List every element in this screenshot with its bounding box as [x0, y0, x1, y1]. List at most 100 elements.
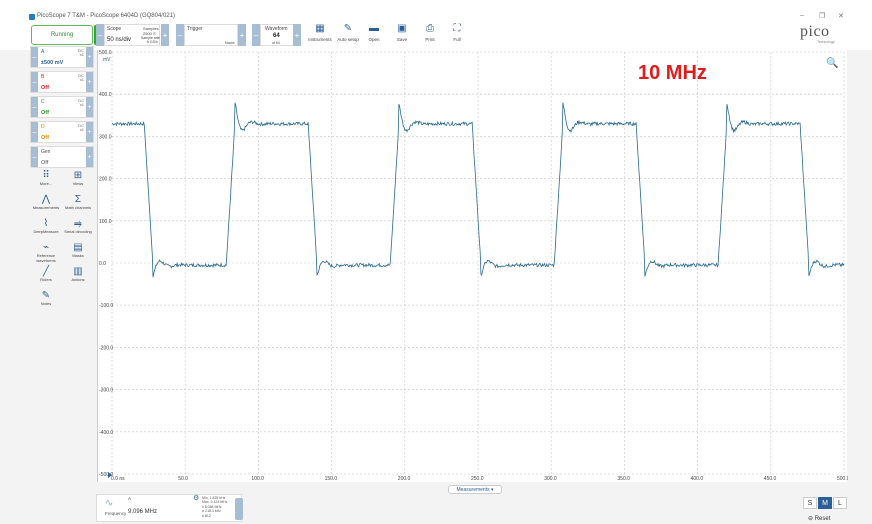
- x-tick-label: 400.0: [691, 476, 704, 482]
- y-tick-label: 400.0: [99, 92, 112, 98]
- channel-c-range-increase[interactable]: +: [86, 97, 93, 117]
- folder-icon: ▬: [369, 23, 379, 34]
- channel-d-range-decrease[interactable]: –: [31, 122, 38, 142]
- measurements-label: Measurements: [32, 205, 60, 210]
- serial-decoding-label: Serial decoding: [64, 229, 92, 234]
- printer-icon: ⎙: [426, 23, 434, 34]
- save-button[interactable]: ▣ Save: [390, 23, 414, 43]
- channel-b-name: B: [41, 74, 45, 80]
- scope-view[interactable]: 500.0 400.0 300.0 200.0 100.0 0.0 -100.0 -200.0…: [97, 50, 848, 482]
- y-tick-label: 100.0: [99, 219, 112, 225]
- pico-logo: pico: [800, 23, 830, 40]
- y-unit-label: mV: [103, 57, 111, 63]
- channel-d-range-increase[interactable]: +: [86, 122, 93, 142]
- waveform-prev-button[interactable]: –: [252, 24, 260, 46]
- x-tick-label: 500.0: [837, 476, 848, 482]
- channel-d-name: D: [41, 124, 45, 130]
- channel-b-range-decrease[interactable]: –: [31, 72, 38, 92]
- auto-setup-button[interactable]: ✎ Auto setup: [336, 24, 360, 43]
- save-icon: ▣: [397, 23, 407, 34]
- save-label: Save: [396, 37, 408, 42]
- measurements-button[interactable]: ⋀ Measurements: [30, 194, 62, 211]
- size-m-button[interactable]: M: [818, 497, 832, 509]
- channel-a-range: ±500 mV: [41, 60, 64, 66]
- channel-b-range: Off: [41, 85, 49, 91]
- size-s-button[interactable]: S: [803, 497, 817, 509]
- trigger-mode: None: [225, 40, 235, 45]
- channel-d-coupling: DC x1: [78, 123, 84, 132]
- reset-button[interactable]: ⊖ Reset: [808, 515, 830, 522]
- full-label: Full: [453, 37, 461, 42]
- open-button[interactable]: ▬ Open: [362, 23, 386, 43]
- reference-waveforms-button[interactable]: ⌁ Reference waveforms: [30, 242, 62, 263]
- waveform-next-button[interactable]: +: [293, 24, 301, 46]
- y-tick-label: -400.0: [99, 430, 113, 436]
- channel-a-card[interactable]: – A DC x1 ±500 mV +: [30, 46, 94, 68]
- channel-a-coupling: DC x1: [78, 48, 84, 57]
- delete-measurement-button[interactable]: [235, 498, 243, 520]
- waveform-title: Waveform: [265, 26, 288, 32]
- channel-b-card[interactable]: – B DC x1 Off +: [30, 71, 94, 93]
- rulers-button[interactable]: ╱ Rulers: [30, 266, 62, 283]
- channel-b-coupling: DC x1: [78, 73, 84, 82]
- instruments-icon: ▦: [315, 23, 325, 34]
- timebase-increase-button[interactable]: +: [161, 24, 169, 46]
- serial-decoding-button[interactable]: ⥤ Serial decoding: [62, 218, 94, 235]
- gear-icon[interactable]: ⚙: [193, 494, 199, 502]
- waveform-count: of 64: [272, 41, 280, 45]
- rulers-label: Rulers: [40, 277, 52, 282]
- full-screen-button[interactable]: ⛶ Full: [445, 24, 469, 43]
- measurements-tab[interactable]: Measurements ▾: [448, 485, 502, 494]
- math-channels-label: Math channels: [64, 205, 91, 210]
- measurement-statistics: Min. 1.825 kHz Max. 9.124 MHz x̄ 8.068 M…: [202, 496, 227, 518]
- run-stop-button[interactable]: Running: [31, 25, 93, 45]
- y-tick-label: 500.0: [99, 50, 112, 56]
- y-tick-label: 300.0: [99, 134, 112, 140]
- trigger-prev-button[interactable]: –: [176, 24, 184, 46]
- x-tick-label: 50.0: [178, 476, 188, 482]
- open-label: Open: [368, 37, 380, 42]
- scope-graph[interactable]: 500.0 400.0 300.0 200.0 100.0 0.0 -100.0 -200.0…: [98, 50, 848, 482]
- x-tick-label: 0.0 ns: [111, 476, 125, 482]
- channel-c-range-decrease[interactable]: –: [31, 97, 38, 117]
- actions-button[interactable]: ▥ Actions: [62, 266, 94, 283]
- more-button[interactable]: ⠿ More...: [30, 170, 62, 187]
- instruments-button[interactable]: ▦ Instruments: [308, 23, 332, 43]
- views-button[interactable]: ⊞ Views: [62, 170, 94, 187]
- waveform-buffer[interactable]: Waveform 64 of 64: [260, 24, 294, 46]
- x-tick-label: 150.0: [325, 476, 338, 482]
- channel-a-range-decrease[interactable]: –: [31, 47, 38, 67]
- masks-button[interactable]: ▤ Masks: [62, 242, 94, 259]
- print-button[interactable]: ⎙ Print: [418, 23, 442, 43]
- reference-label: Reference waveforms: [36, 253, 56, 263]
- channel-c-card[interactable]: – C DC x1 Off +: [30, 96, 94, 118]
- trigger-settings[interactable]: Trigger None: [184, 24, 238, 46]
- channel-a-range-increase[interactable]: +: [86, 47, 93, 67]
- restore-button[interactable]: ❐: [819, 12, 825, 20]
- measurement-value: 9.096 MHz: [128, 509, 158, 515]
- generator-increase[interactable]: +: [86, 147, 93, 167]
- trigger-next-button[interactable]: +: [238, 24, 246, 46]
- deepmeasure-button[interactable]: ⌇ DeepMeasure: [30, 218, 62, 235]
- generator-decrease[interactable]: –: [31, 147, 38, 167]
- title-bar: PicoScope 7 T&M - PicoScope 6404D (GQ804…: [0, 0, 872, 22]
- size-l-button[interactable]: L: [833, 497, 847, 509]
- scope-settings[interactable]: Scope Samples 2500 S Sample rate 5 GS/s …: [104, 24, 160, 46]
- notes-button[interactable]: ✎ Notes: [30, 290, 62, 307]
- channel-b-range-increase[interactable]: +: [86, 72, 93, 92]
- math-channels-button[interactable]: Σ Math channels: [62, 194, 94, 211]
- x-tick-label: 450.0: [764, 476, 777, 482]
- generator-card[interactable]: – Gen Off +: [30, 146, 94, 168]
- y-tick-label: -100.0: [99, 303, 113, 309]
- x-tick-label: 200.0: [398, 476, 411, 482]
- y-tick-label: 200.0: [99, 177, 112, 183]
- timebase-decrease-button[interactable]: –: [96, 24, 104, 46]
- zoom-icon[interactable]: 🔍: [826, 58, 838, 69]
- x-tick-label: 250.0: [471, 476, 484, 482]
- scope-title: Scope: [107, 26, 122, 32]
- channel-c-coupling: DC x1: [78, 98, 84, 107]
- channel-d-card[interactable]: – D DC x1 Off +: [30, 121, 94, 143]
- print-label: Print: [425, 37, 435, 42]
- minimize-button[interactable]: –: [800, 12, 804, 19]
- close-button[interactable]: ✕: [838, 12, 844, 20]
